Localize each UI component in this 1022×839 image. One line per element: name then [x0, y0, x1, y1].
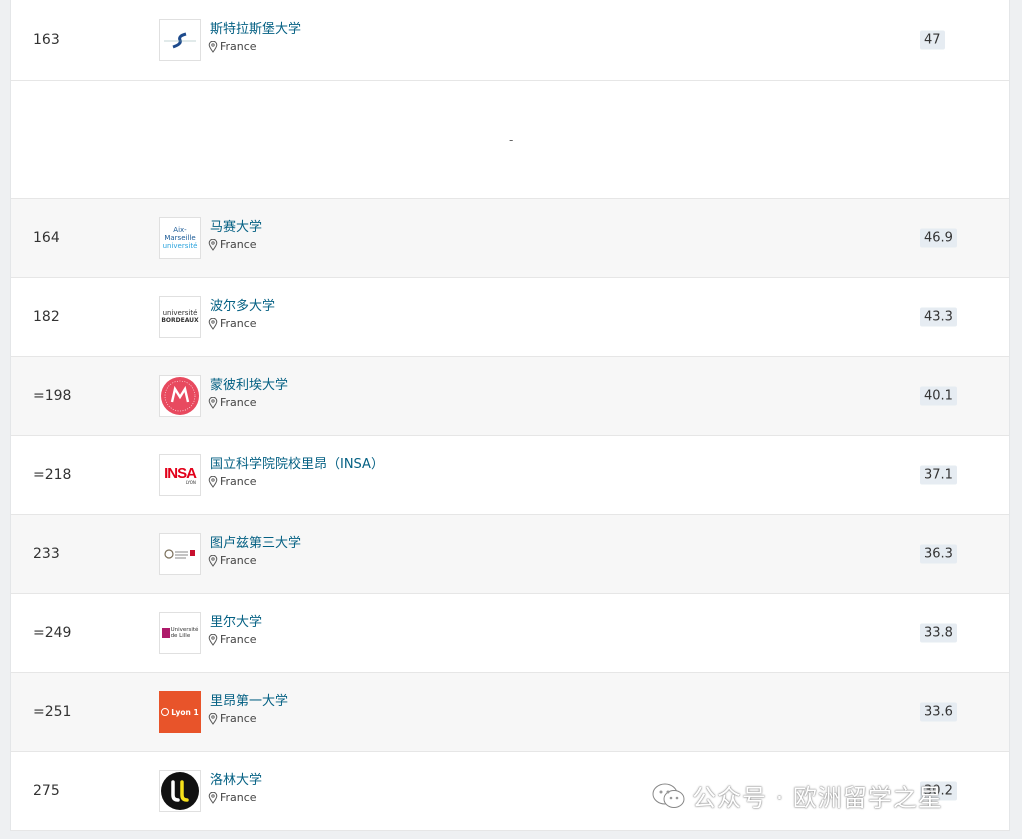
- location: France: [208, 554, 257, 567]
- logo-text: Lyon 1: [171, 707, 199, 717]
- university-logo[interactable]: INSA LYON: [159, 454, 201, 496]
- watermark-text: 公众号 · 欧洲留学之星: [692, 784, 943, 812]
- rank: 164: [33, 230, 60, 246]
- rank: 275: [33, 783, 60, 799]
- university-logo[interactable]: Lyon 1: [159, 691, 201, 733]
- university-name-link[interactable]: 里尔大学: [210, 611, 262, 630]
- table-row: 233 图卢兹第三大学 France 36.3: [11, 515, 1009, 594]
- country: France: [220, 317, 257, 330]
- logo-text: université: [162, 309, 198, 317]
- aix-logo-icon: Aix-Marseille université: [160, 226, 200, 250]
- ranking-table: 163 斯特拉斯堡大学 France 47 - 164 Aix-Marseill…: [10, 0, 1010, 831]
- location: France: [208, 791, 257, 804]
- location-pin-icon: [208, 396, 218, 409]
- university-name-link[interactable]: 斯特拉斯堡大学: [210, 18, 301, 37]
- university-name-link[interactable]: 洛林大学: [210, 769, 262, 788]
- score-badge: 37.1: [920, 465, 957, 485]
- university-logo[interactable]: Université de Lille: [159, 612, 201, 654]
- location-pin-icon: [208, 712, 218, 725]
- wechat-icon: [652, 783, 685, 808]
- table-row: =251 Lyon 1 里昂第一大学 France 33.6: [11, 673, 1009, 752]
- logo-text: INSA: [164, 464, 197, 482]
- score-badge: 33.6: [920, 702, 957, 722]
- rank: 233: [33, 546, 60, 562]
- location: France: [208, 475, 257, 488]
- score-badge: 46.9: [920, 228, 957, 248]
- score-badge: 33.8: [920, 623, 957, 643]
- country: France: [220, 791, 257, 804]
- table-row: =198 蒙彼利埃大学 France 40.1: [11, 357, 1009, 436]
- placeholder-dash: -: [509, 132, 514, 147]
- university-name-link[interactable]: 蒙彼利埃大学: [210, 374, 288, 393]
- logo-subtext: BORDEAUX: [161, 317, 199, 324]
- table-row: 182 université BORDEAUX 波尔多大学 France 43.…: [11, 278, 1009, 357]
- university-name-link[interactable]: 图卢兹第三大学: [210, 532, 301, 551]
- toulouse-logo-icon: [164, 549, 195, 559]
- lille-logo-icon: Université de Lille: [161, 627, 198, 639]
- university-logo[interactable]: UL: [159, 770, 201, 812]
- montpellier-logo-icon: [161, 377, 199, 415]
- country: France: [220, 712, 257, 725]
- location: France: [208, 317, 257, 330]
- university-name-link[interactable]: 波尔多大学: [210, 295, 275, 314]
- lille-mark: [161, 628, 170, 638]
- rank: =218: [33, 467, 72, 483]
- rank: 182: [33, 309, 60, 325]
- score-badge: 47: [920, 30, 945, 50]
- university-logo[interactable]: [159, 533, 201, 575]
- location-pin-icon: [208, 317, 218, 330]
- location-pin-icon: [208, 475, 218, 488]
- country: France: [220, 554, 257, 567]
- logo-subtext: université: [162, 242, 198, 250]
- lorraine-logo-icon: [161, 772, 199, 810]
- logo-text: Aix-Marseille: [164, 226, 196, 242]
- empty-row: -: [11, 81, 1009, 199]
- table-row: =218 INSA LYON 国立科学院院校里昂（INSA） France 37…: [11, 436, 1009, 515]
- university-logo[interactable]: Aix-Marseille université: [159, 217, 201, 259]
- table-row: 163 斯特拉斯堡大学 France 47: [11, 0, 1009, 81]
- location: France: [208, 633, 257, 646]
- watermark: 公众号 · 欧洲留学之星: [652, 778, 943, 813]
- location-pin-icon: [208, 633, 218, 646]
- location: France: [208, 712, 257, 725]
- university-name-link[interactable]: 里昂第一大学: [210, 690, 288, 709]
- location: France: [208, 40, 257, 53]
- logo-subtext: de Lille: [170, 633, 191, 639]
- strasbourg-logo-icon: [164, 32, 196, 49]
- university-logo[interactable]: [159, 19, 201, 61]
- location: France: [208, 396, 257, 409]
- university-logo[interactable]: université BORDEAUX: [159, 296, 201, 338]
- university-name-link[interactable]: 国立科学院院校里昂（INSA）: [210, 453, 384, 472]
- rank: =249: [33, 625, 72, 641]
- lyon1-mark: [161, 708, 170, 716]
- country: France: [220, 40, 257, 53]
- rank: 163: [33, 32, 60, 48]
- location: France: [208, 238, 257, 251]
- country: France: [220, 396, 257, 409]
- country: France: [220, 238, 257, 251]
- university-logo[interactable]: [159, 375, 201, 417]
- score-badge: 36.3: [920, 544, 957, 564]
- location-pin-icon: [208, 238, 218, 251]
- rank: =251: [33, 704, 72, 720]
- score-badge: 40.1: [920, 386, 957, 406]
- location-pin-icon: [208, 554, 218, 567]
- country: France: [220, 633, 257, 646]
- location-pin-icon: [208, 40, 218, 53]
- table-row: 164 Aix-Marseille université 马赛大学 France…: [11, 199, 1009, 278]
- university-name-link[interactable]: 马赛大学: [210, 216, 262, 235]
- score-badge: 43.3: [920, 307, 957, 327]
- bordeaux-logo-icon: université BORDEAUX: [161, 309, 198, 325]
- country: France: [220, 475, 257, 488]
- location-pin-icon: [208, 791, 218, 804]
- rank: =198: [33, 388, 72, 404]
- table-row: =249 Université de Lille 里尔大学 France 33.…: [11, 594, 1009, 673]
- insa-logo-icon: INSA LYON: [164, 464, 197, 485]
- lyon1-logo-icon: Lyon 1: [161, 707, 199, 717]
